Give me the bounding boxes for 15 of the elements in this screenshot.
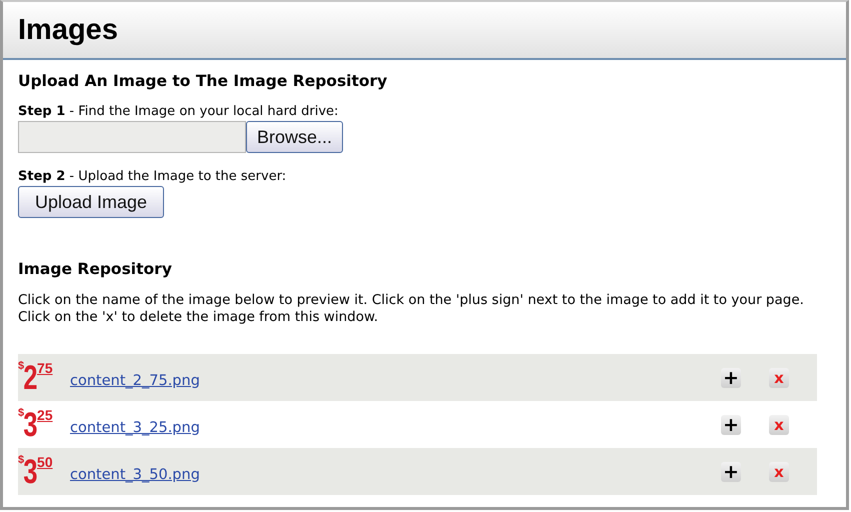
instructions-text: Click on the name of the image below to preview it. Click on the 'plus sign' next to the image to add it to your page. Click on the 'x' to delete the image from this window. [18, 292, 805, 326]
image-file-link[interactable]: content_2_75.png [70, 372, 721, 388]
step-text: Step 2 - Upload the Image to the server: [18, 169, 288, 184]
file-path-field[interactable] [18, 121, 246, 153]
upload-image-button[interactable]: Upload Image [18, 186, 164, 218]
add-button[interactable]: + [721, 368, 741, 388]
browse-button[interactable]: Browse... [246, 121, 344, 153]
image-file-link[interactable]: content_3_25.png [70, 420, 721, 436]
image-file-link[interactable]: content_3_50.png [70, 466, 721, 482]
page-title: Images [18, 14, 119, 47]
add-button[interactable]: + [721, 462, 741, 482]
step-text: Step 1 - Find the Image on your local hard drive: [18, 104, 340, 119]
section-heading: Image Repository [18, 260, 173, 278]
section-heading: Upload An Image to The Image Repository [18, 72, 388, 90]
add-button[interactable]: + [721, 414, 741, 434]
